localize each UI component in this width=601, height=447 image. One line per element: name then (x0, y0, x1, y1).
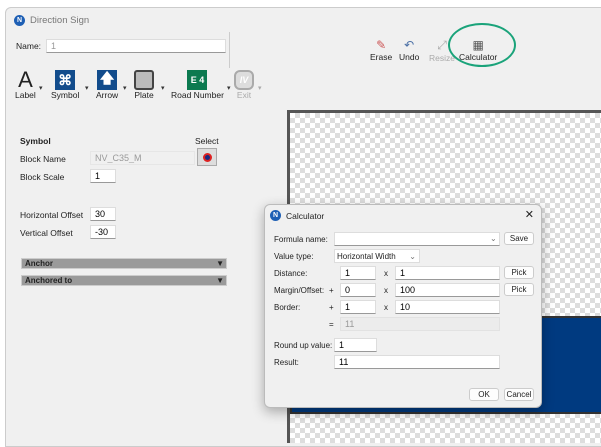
label-icon: A (18, 67, 33, 92)
label-dropdown-icon[interactable]: ▾ (39, 84, 43, 92)
plus-sign: + (329, 286, 334, 295)
v-offset-input[interactable] (90, 225, 116, 239)
result-input[interactable] (334, 355, 500, 369)
undo-button[interactable]: ↶ Undo (399, 38, 419, 62)
exit-icon: IV (234, 70, 254, 90)
margin-a-input[interactable] (340, 283, 376, 297)
distance-b-input[interactable] (395, 266, 500, 280)
arrow-dropdown-icon[interactable]: ▾ (123, 84, 127, 92)
erase-button[interactable]: ✎ Erase (370, 38, 392, 62)
chevron-down-icon: ⌄ (490, 234, 497, 243)
select-block-button[interactable] (197, 148, 217, 166)
road-number-icon: E 4 (187, 70, 208, 90)
tool-road-number[interactable]: E 4 Road Number (171, 70, 224, 100)
cancel-button[interactable]: Cancel (504, 388, 534, 401)
round-up-label: Round up value: (274, 341, 333, 350)
tool-arrow-text: Arrow (96, 90, 119, 100)
symbol-heading: Symbol (20, 136, 51, 146)
margin-b-input[interactable] (395, 283, 500, 297)
round-up-input[interactable] (334, 338, 377, 352)
value-type-value: Horizontal Width (337, 252, 396, 261)
result-label: Result: (274, 358, 299, 367)
block-name-input[interactable] (90, 151, 195, 165)
tool-exit-text: Exit (236, 90, 252, 100)
tool-exit[interactable]: IV Exit (234, 70, 254, 100)
value-type-label: Value type: (274, 252, 314, 261)
select-label: Select (195, 136, 219, 146)
tool-road-number-text: Road Number (171, 90, 224, 100)
close-icon[interactable]: ✕ (525, 208, 534, 221)
road-number-dropdown-icon[interactable]: ▾ (227, 84, 231, 92)
tool-label[interactable]: A Label (15, 67, 36, 100)
symbol-icon: ⌘ (55, 70, 76, 90)
window-title: N Direction Sign (14, 15, 89, 26)
block-name-label: Block Name (20, 154, 66, 164)
tool-label-text: Label (15, 90, 36, 100)
plus-sign: + (329, 303, 334, 312)
arrow-up-icon: 🡅 (97, 70, 118, 90)
tool-arrow[interactable]: 🡅 Arrow (96, 70, 118, 100)
tool-symbol-text: Symbol (51, 90, 80, 100)
times-sign: x (384, 269, 388, 278)
tool-plate-text: Plate (134, 90, 154, 100)
chevron-down-icon: ⌄ (409, 252, 416, 261)
no-parking-sign-icon (202, 152, 212, 162)
anchored-to-label: Anchored to (25, 276, 73, 285)
times-sign: x (384, 286, 388, 295)
h-offset-input[interactable] (90, 207, 116, 221)
margin-pick-button[interactable]: Pick (504, 283, 534, 296)
distance-label: Distance: (274, 269, 308, 278)
exit-dropdown-icon[interactable]: ▾ (258, 84, 262, 92)
calculator-dialog: N Calculator ✕ Formula name: ⌄ Save Value… (264, 204, 542, 408)
distance-a-input[interactable] (340, 266, 376, 280)
name-input[interactable] (46, 39, 226, 53)
block-scale-label: Block Scale (20, 172, 65, 182)
undo-icon: ↶ (404, 38, 415, 52)
chevron-down-icon: ▼ (216, 276, 224, 285)
tool-plate[interactable]: Plate (134, 70, 154, 100)
anchor-section[interactable]: Anchor ▼ (21, 258, 227, 269)
v-offset-label: Vertical Offset (20, 228, 73, 238)
erase-label: Erase (370, 52, 393, 62)
margin-label: Margin/Offset: (274, 286, 325, 295)
tool-symbol[interactable]: ⌘ Symbol (51, 70, 79, 100)
dialog-title: N Calculator (270, 210, 324, 221)
name-label: Name: (16, 41, 42, 51)
plate-dropdown-icon[interactable]: ▾ (161, 84, 165, 92)
formula-label: Formula name: (274, 235, 328, 244)
equals-sign: = (329, 320, 334, 329)
eraser-icon: ✎ (376, 38, 387, 52)
app-logo-icon: N (270, 210, 281, 221)
plate-icon (134, 70, 154, 90)
save-button[interactable]: Save (504, 232, 534, 245)
border-a-input[interactable] (340, 300, 376, 314)
ok-button[interactable]: OK (469, 388, 499, 401)
symbol-dropdown-icon[interactable]: ▾ (85, 84, 89, 92)
h-offset-label: Horizontal Offset (20, 210, 84, 220)
anchored-to-section[interactable]: Anchored to ▼ (21, 275, 227, 286)
formula-name-select[interactable] (334, 232, 500, 246)
highlight-circle (448, 23, 516, 67)
chevron-down-icon: ▼ (216, 259, 224, 268)
anchor-label: Anchor (25, 259, 53, 268)
undo-label: Undo (399, 52, 420, 62)
sum-output (340, 317, 500, 331)
times-sign: x (384, 303, 388, 312)
border-b-input[interactable] (395, 300, 500, 314)
divider (229, 32, 230, 68)
value-type-select[interactable]: Horizontal Width ⌄ (334, 249, 420, 263)
app-logo-icon: N (14, 15, 25, 26)
distance-pick-button[interactable]: Pick (504, 266, 534, 279)
block-scale-input[interactable] (90, 169, 116, 183)
resize-icon: ⤢ (437, 38, 447, 52)
border-label: Border: (274, 303, 301, 312)
